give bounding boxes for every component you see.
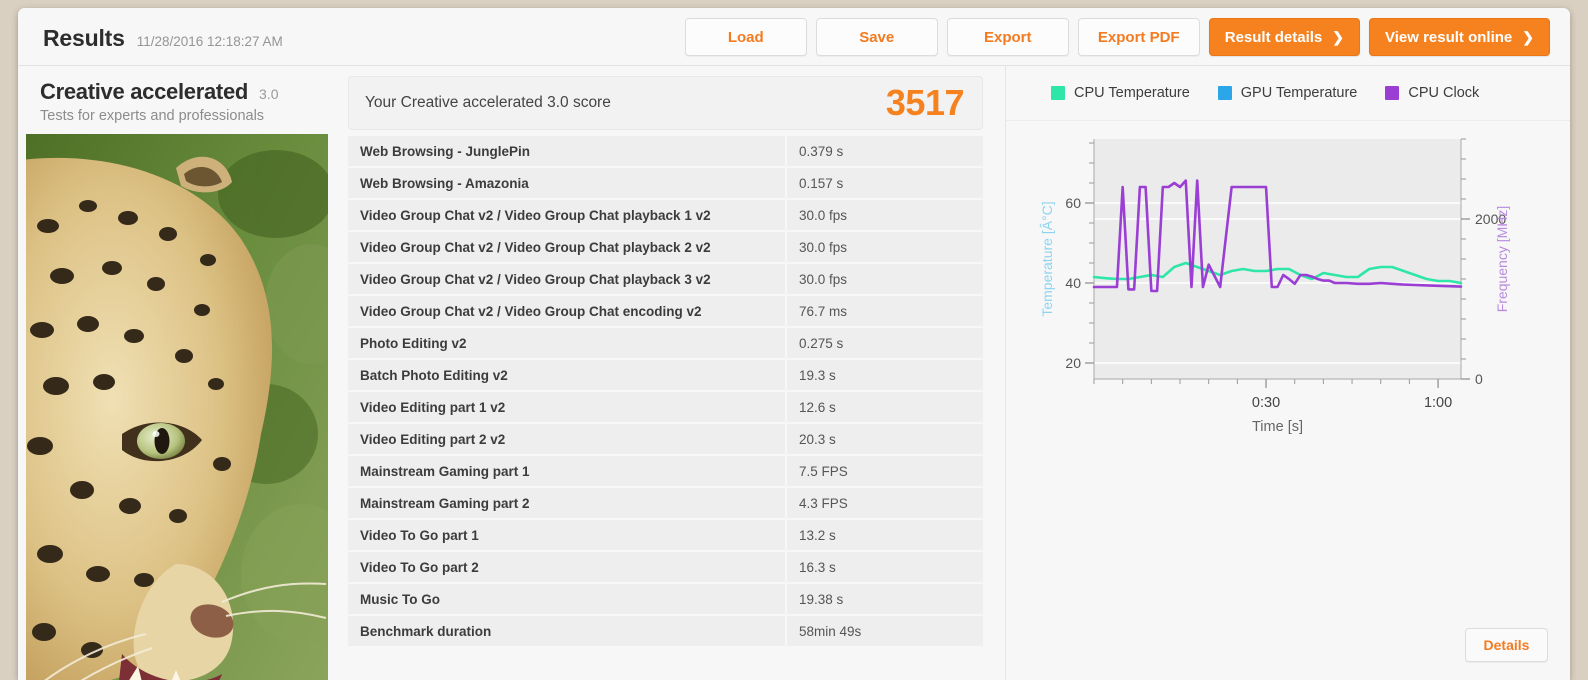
header-title-group: Results 11/28/2016 12:18:27 AM [43,25,283,52]
benchmark-subtitle: Tests for experts and professionals [40,108,265,124]
table-row: Video Group Chat v2 / Video Group Chat p… [348,232,983,262]
results-window: Results 11/28/2016 12:18:27 AM Load Save… [18,8,1570,680]
view-result-online-button[interactable]: View result online ❯ [1369,18,1550,56]
result-name: Mainstream Gaming part 1 [360,463,530,479]
result-name: Web Browsing - Amazonia [360,175,529,191]
table-row: Benchmark duration 58min 49s [348,616,983,646]
svg-text:Temperature [Â°C]: Temperature [Â°C] [1039,201,1055,316]
svg-text:Time [s]: Time [s] [1252,419,1303,435]
content-area: Creative accelerated 3.0 Tests for exper… [18,66,1570,680]
result-value: 4.3 FPS [785,488,983,518]
monitoring-chart: 20 40 60 0 2000 0:30 1:00 Time [s] Temperature [… [1006,121,1570,521]
table-row: Video To Go part 2 16.3 s [348,552,983,582]
chevron-right-icon: ❯ [1332,28,1344,45]
benchmark-panel: Creative accelerated 3.0 Tests for exper… [18,66,336,680]
table-row: Music To Go 19.38 s [348,584,983,614]
table-row: Batch Photo Editing v2 19.3 s [348,360,983,390]
result-value: 0.275 s [785,328,983,358]
result-details-label: Result details [1224,28,1323,46]
export-pdf-button[interactable]: Export PDF [1077,18,1200,56]
result-value: 30.0 fps [785,232,983,262]
details-button[interactable]: Details [1465,628,1548,662]
svg-text:20: 20 [1065,355,1081,371]
legend-label: GPU Temperature [1240,85,1358,101]
result-name: Video Editing part 1 v2 [360,399,506,415]
result-timestamp: 11/28/2016 12:18:27 AM [136,34,283,49]
benchmark-photo [26,134,328,680]
result-value: 7.5 FPS [785,456,983,486]
result-value: 58min 49s [785,616,983,646]
legend-item[interactable]: GPU Temperature [1217,85,1358,101]
svg-text:0:30: 0:30 [1252,395,1280,411]
table-row: Mainstream Gaming part 2 4.3 FPS [348,488,983,518]
chevron-right-icon: ❯ [1522,28,1534,45]
result-name: Mainstream Gaming part 2 [360,495,530,511]
leopard-image [26,134,328,680]
legend-swatch-icon [1385,86,1400,100]
table-row: Video Group Chat v2 / Video Group Chat p… [348,200,983,230]
table-row: Video Editing part 2 v2 20.3 s [348,424,983,454]
result-details-button[interactable]: Result details ❯ [1208,18,1360,56]
header-bar: Results 11/28/2016 12:18:27 AM Load Save… [18,8,1570,66]
results-table-panel: Your Creative accelerated 3.0 score 3517… [336,66,1006,680]
legend-label: CPU Temperature [1074,85,1190,101]
chart-legend: CPU Temperature GPU Temperature CPU Clock [1006,66,1570,121]
score-card: Your Creative accelerated 3.0 score 3517 [348,76,983,130]
result-name: Video To Go part 2 [360,559,479,575]
result-name: Music To Go [360,591,440,607]
svg-text:0: 0 [1475,371,1483,387]
score-value: 3517 [885,82,965,123]
benchmark-header: Creative accelerated 3.0 Tests for exper… [18,66,336,133]
table-row: Video To Go part 1 13.2 s [348,520,983,550]
svg-text:60: 60 [1065,195,1081,211]
monitoring-panel: CPU Temperature GPU Temperature CPU Clock … [1006,66,1570,680]
result-name: Video Group Chat v2 / Video Group Chat p… [360,271,711,287]
save-button[interactable]: Save [815,18,938,56]
result-name: Video Group Chat v2 / Video Group Chat p… [360,207,711,223]
legend-label: CPU Clock [1408,85,1480,101]
result-value: 0.379 s [785,136,983,166]
result-value: 30.0 fps [785,264,983,294]
result-value: 30.0 fps [785,200,983,230]
svg-text:Frequency [MHz]: Frequency [MHz] [1494,206,1510,313]
table-row: Photo Editing v2 0.275 s [348,328,983,358]
legend-swatch-icon [1217,86,1232,100]
page-title: Results [43,25,125,51]
view-result-online-label: View result online [1385,28,1513,46]
table-row: Video Group Chat v2 / Video Group Chat p… [348,264,983,294]
legend-item[interactable]: CPU Temperature [1051,85,1190,101]
result-name: Benchmark duration [360,623,492,639]
results-table: Web Browsing - JunglePin 0.379 s Web Brows… [348,136,983,646]
result-name: Video To Go part 1 [360,527,479,543]
result-value: 19.38 s [785,584,983,614]
load-button[interactable]: Load [684,18,807,56]
header-actions: Load Save Export Export PDF Result detai… [684,18,1550,56]
legend-item[interactable]: CPU Clock [1385,85,1479,101]
svg-text:40: 40 [1065,275,1081,291]
table-row: Mainstream Gaming part 1 7.5 FPS [348,456,983,486]
export-button[interactable]: Export [946,18,1069,56]
table-row: Web Browsing - JunglePin 0.379 s [348,136,983,166]
result-value: 0.157 s [785,168,983,198]
result-value: 12.6 s [785,392,983,422]
legend-swatch-icon [1051,86,1065,100]
benchmark-version: 3.0 [259,86,279,102]
result-name: Batch Photo Editing v2 [360,367,508,383]
table-row: Web Browsing - Amazonia 0.157 s [348,168,983,198]
result-value: 13.2 s [785,520,983,550]
result-name: Video Group Chat v2 / Video Group Chat p… [360,239,711,255]
result-name: Video Group Chat v2 / Video Group Chat e… [360,303,702,319]
result-value: 19.3 s [785,360,983,390]
table-row: Video Editing part 1 v2 12.6 s [348,392,983,422]
result-name: Video Editing part 2 v2 [360,431,506,447]
result-name: Web Browsing - JunglePin [360,143,531,159]
table-row: Video Group Chat v2 / Video Group Chat e… [348,296,983,326]
result-value: 20.3 s [785,424,983,454]
score-label: Your Creative accelerated 3.0 score [365,94,611,111]
result-name: Photo Editing v2 [360,335,467,351]
result-value: 76.7 ms [785,296,983,326]
result-value: 16.3 s [785,552,983,582]
benchmark-name: Creative accelerated [40,79,249,104]
svg-text:1:00: 1:00 [1424,395,1452,411]
